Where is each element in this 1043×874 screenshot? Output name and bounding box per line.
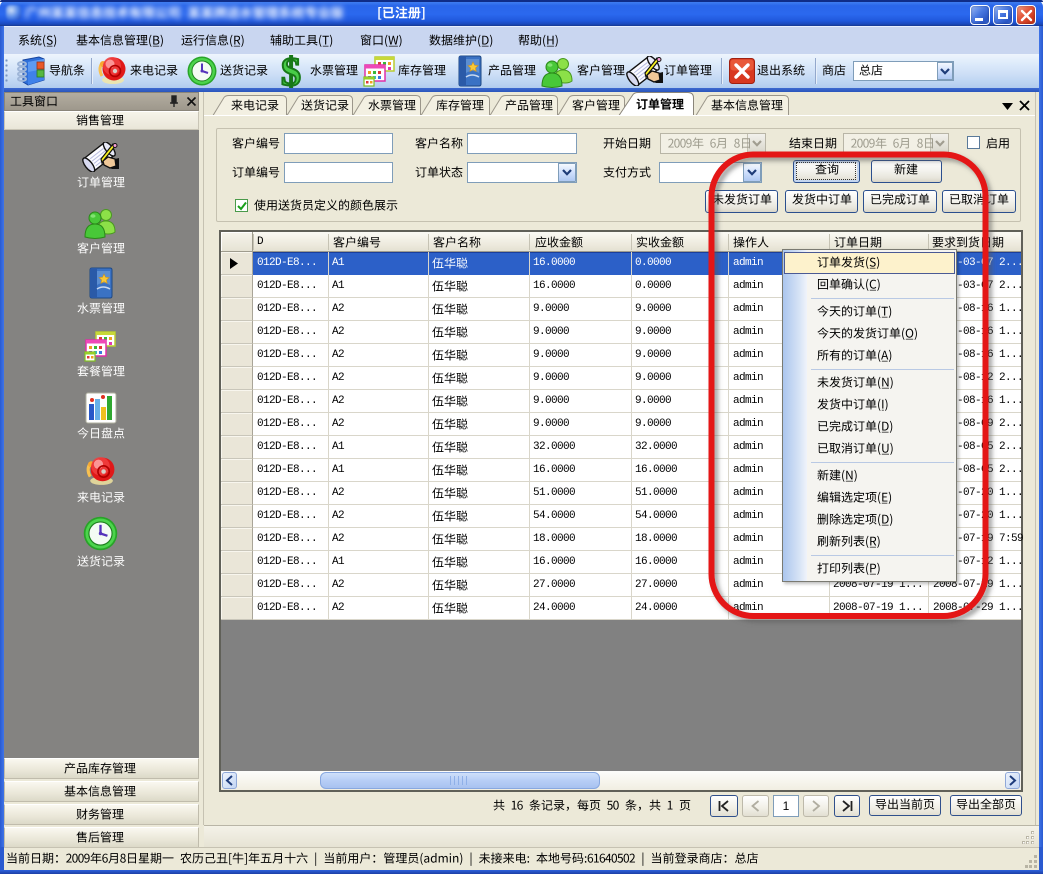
svg-text:$: $ <box>281 54 301 88</box>
